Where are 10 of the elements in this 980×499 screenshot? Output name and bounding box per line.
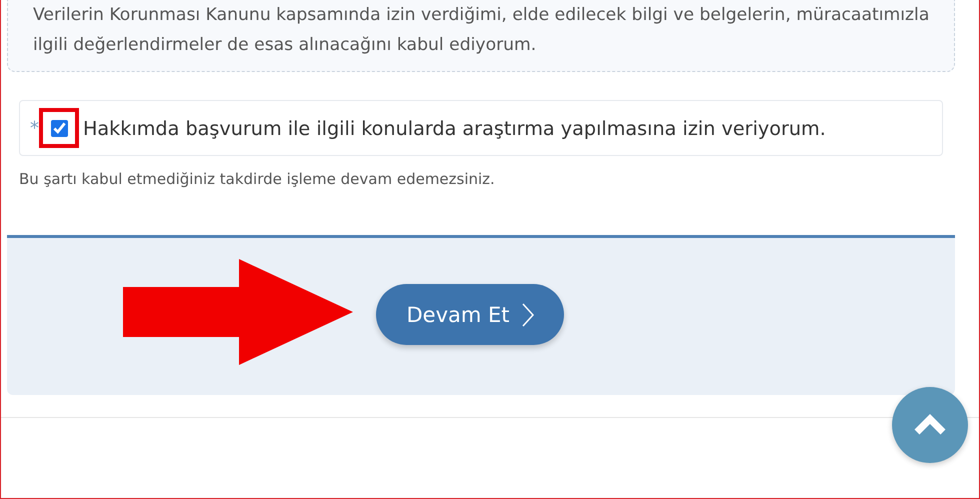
checkbox-label[interactable]: Hakkımda başvurum ile ilgili konularda araştırma yapılmasına izin veriyorum. — [83, 116, 826, 140]
consent-text: Verilerin Korunması Kanunu kapsamında izin verdiğimi, elde edilecek bilgi ve belgelerin, müracaatımızla ilgili değerlendirmeler de esas alınacağını kabul ediyorum. — [7, 0, 955, 72]
checkbox[interactable] — [50, 120, 68, 136]
continue-button[interactable]: Devam Et — [376, 284, 564, 345]
chevron-right-icon — [522, 302, 534, 326]
highlight-frame — [39, 108, 79, 148]
hint-text: Bu şartı kabul etmediğiniz takdirde işleme devam edemezsiniz. — [19, 170, 496, 188]
scroll-top-button[interactable] — [892, 387, 968, 463]
required-mark: * — [30, 118, 39, 138]
chevron-up-icon — [913, 414, 947, 436]
